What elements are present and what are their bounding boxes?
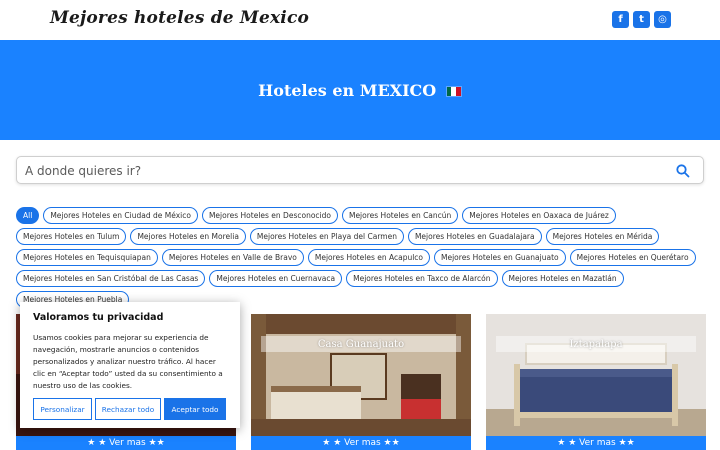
filter-chip[interactable]: Mejores Hoteles en Acapulco [307,249,431,266]
hotel-card[interactable]: Casa Guanajuato ★ ★ Ver mas ★★ [251,314,471,450]
ver-mas-button[interactable]: ★ ★ Ver mas ★★ [251,436,471,450]
twitter-icon[interactable]: t [633,11,650,28]
ver-mas-button[interactable]: ★ ★ Ver mas ★★ [16,436,236,450]
site-logo[interactable]: Mejores hoteles de Mexico [50,8,309,28]
hotel-card[interactable]: Iztapalapa ★ ★ Ver mas ★★ [486,314,706,450]
hotel-name: Iztapalapa [496,336,696,352]
search-input[interactable] [25,162,665,180]
filter-chip[interactable]: Mejores Hoteles en Mérida [545,228,660,245]
search-bar [16,156,704,184]
hotel-name: Casa Guanajuato [261,336,461,352]
cookie-text: Usamos cookies para mejorar su experienc… [33,333,223,390]
filter-chip[interactable]: Mejores Hoteles en Guanajuato [434,249,566,266]
reject-all-button[interactable]: Rechazar todo [95,398,161,420]
site-header: Mejores hoteles de Mexico f t ◎ [0,0,720,40]
customize-button[interactable]: Personalizar [33,398,92,420]
filter-chip[interactable]: Mejores Hoteles en Cancún [341,207,459,224]
filter-chip[interactable]: Mejores Hoteles en Desconocido [201,207,338,224]
filter-chip[interactable]: Mejores Hoteles en Mazatlán [501,270,624,287]
filter-chip[interactable]: Mejores Hoteles en Valle de Bravo [161,249,304,266]
filter-chip[interactable]: Mejores Hoteles en Morelia [130,228,246,245]
hero-title-text: Hoteles en MEXICO [258,80,437,100]
hotel-photo [486,314,706,436]
ver-mas-button[interactable]: ★ ★ Ver mas ★★ [486,436,706,450]
cookie-consent-dialog: Valoramos tu privacidad Usamos cookies p… [20,302,240,428]
facebook-icon[interactable]: f [612,11,629,28]
filter-chip[interactable]: Mejores Hoteles en Querétaro [569,249,696,266]
filter-chip[interactable]: Mejores Hoteles en Taxco de Alarcón [346,270,498,287]
filter-chip-all[interactable]: All [16,207,40,224]
hero-banner: Hoteles en MEXICO [0,40,720,140]
cookie-title: Valoramos tu privacidad [33,312,164,323]
filter-chip[interactable]: Mejores Hoteles en Tulum [16,228,127,245]
hotel-photo [251,314,471,436]
filter-chip[interactable]: Mejores Hoteles en Oaxaca de Juárez [462,207,616,224]
accept-all-button[interactable]: Aceptar todo [164,398,226,420]
filter-chip[interactable]: Mejores Hoteles en Ciudad de México [43,207,198,224]
hero-title: Hoteles en MEXICO [258,81,462,100]
mexico-flag-icon [445,85,462,97]
filter-chip[interactable]: Mejores Hoteles en Playa del Carmen [249,228,404,245]
filter-chip[interactable]: Mejores Hoteles en Guadalajara [407,228,542,245]
search-icon[interactable] [675,163,691,179]
filter-chip[interactable]: Mejores Hoteles en Tequisquiapan [16,249,158,266]
social-links: f t ◎ [612,11,671,28]
filter-chip[interactable]: Mejores Hoteles en Cuernavaca [209,270,343,287]
instagram-icon[interactable]: ◎ [654,11,671,28]
filter-chip[interactable]: Mejores Hoteles en San Cristóbal de Las … [16,270,206,287]
filter-chips: All Mejores Hoteles en Ciudad de México Me… [16,207,706,308]
cookie-buttons: Personalizar Rechazar todo Aceptar todo [33,398,226,420]
